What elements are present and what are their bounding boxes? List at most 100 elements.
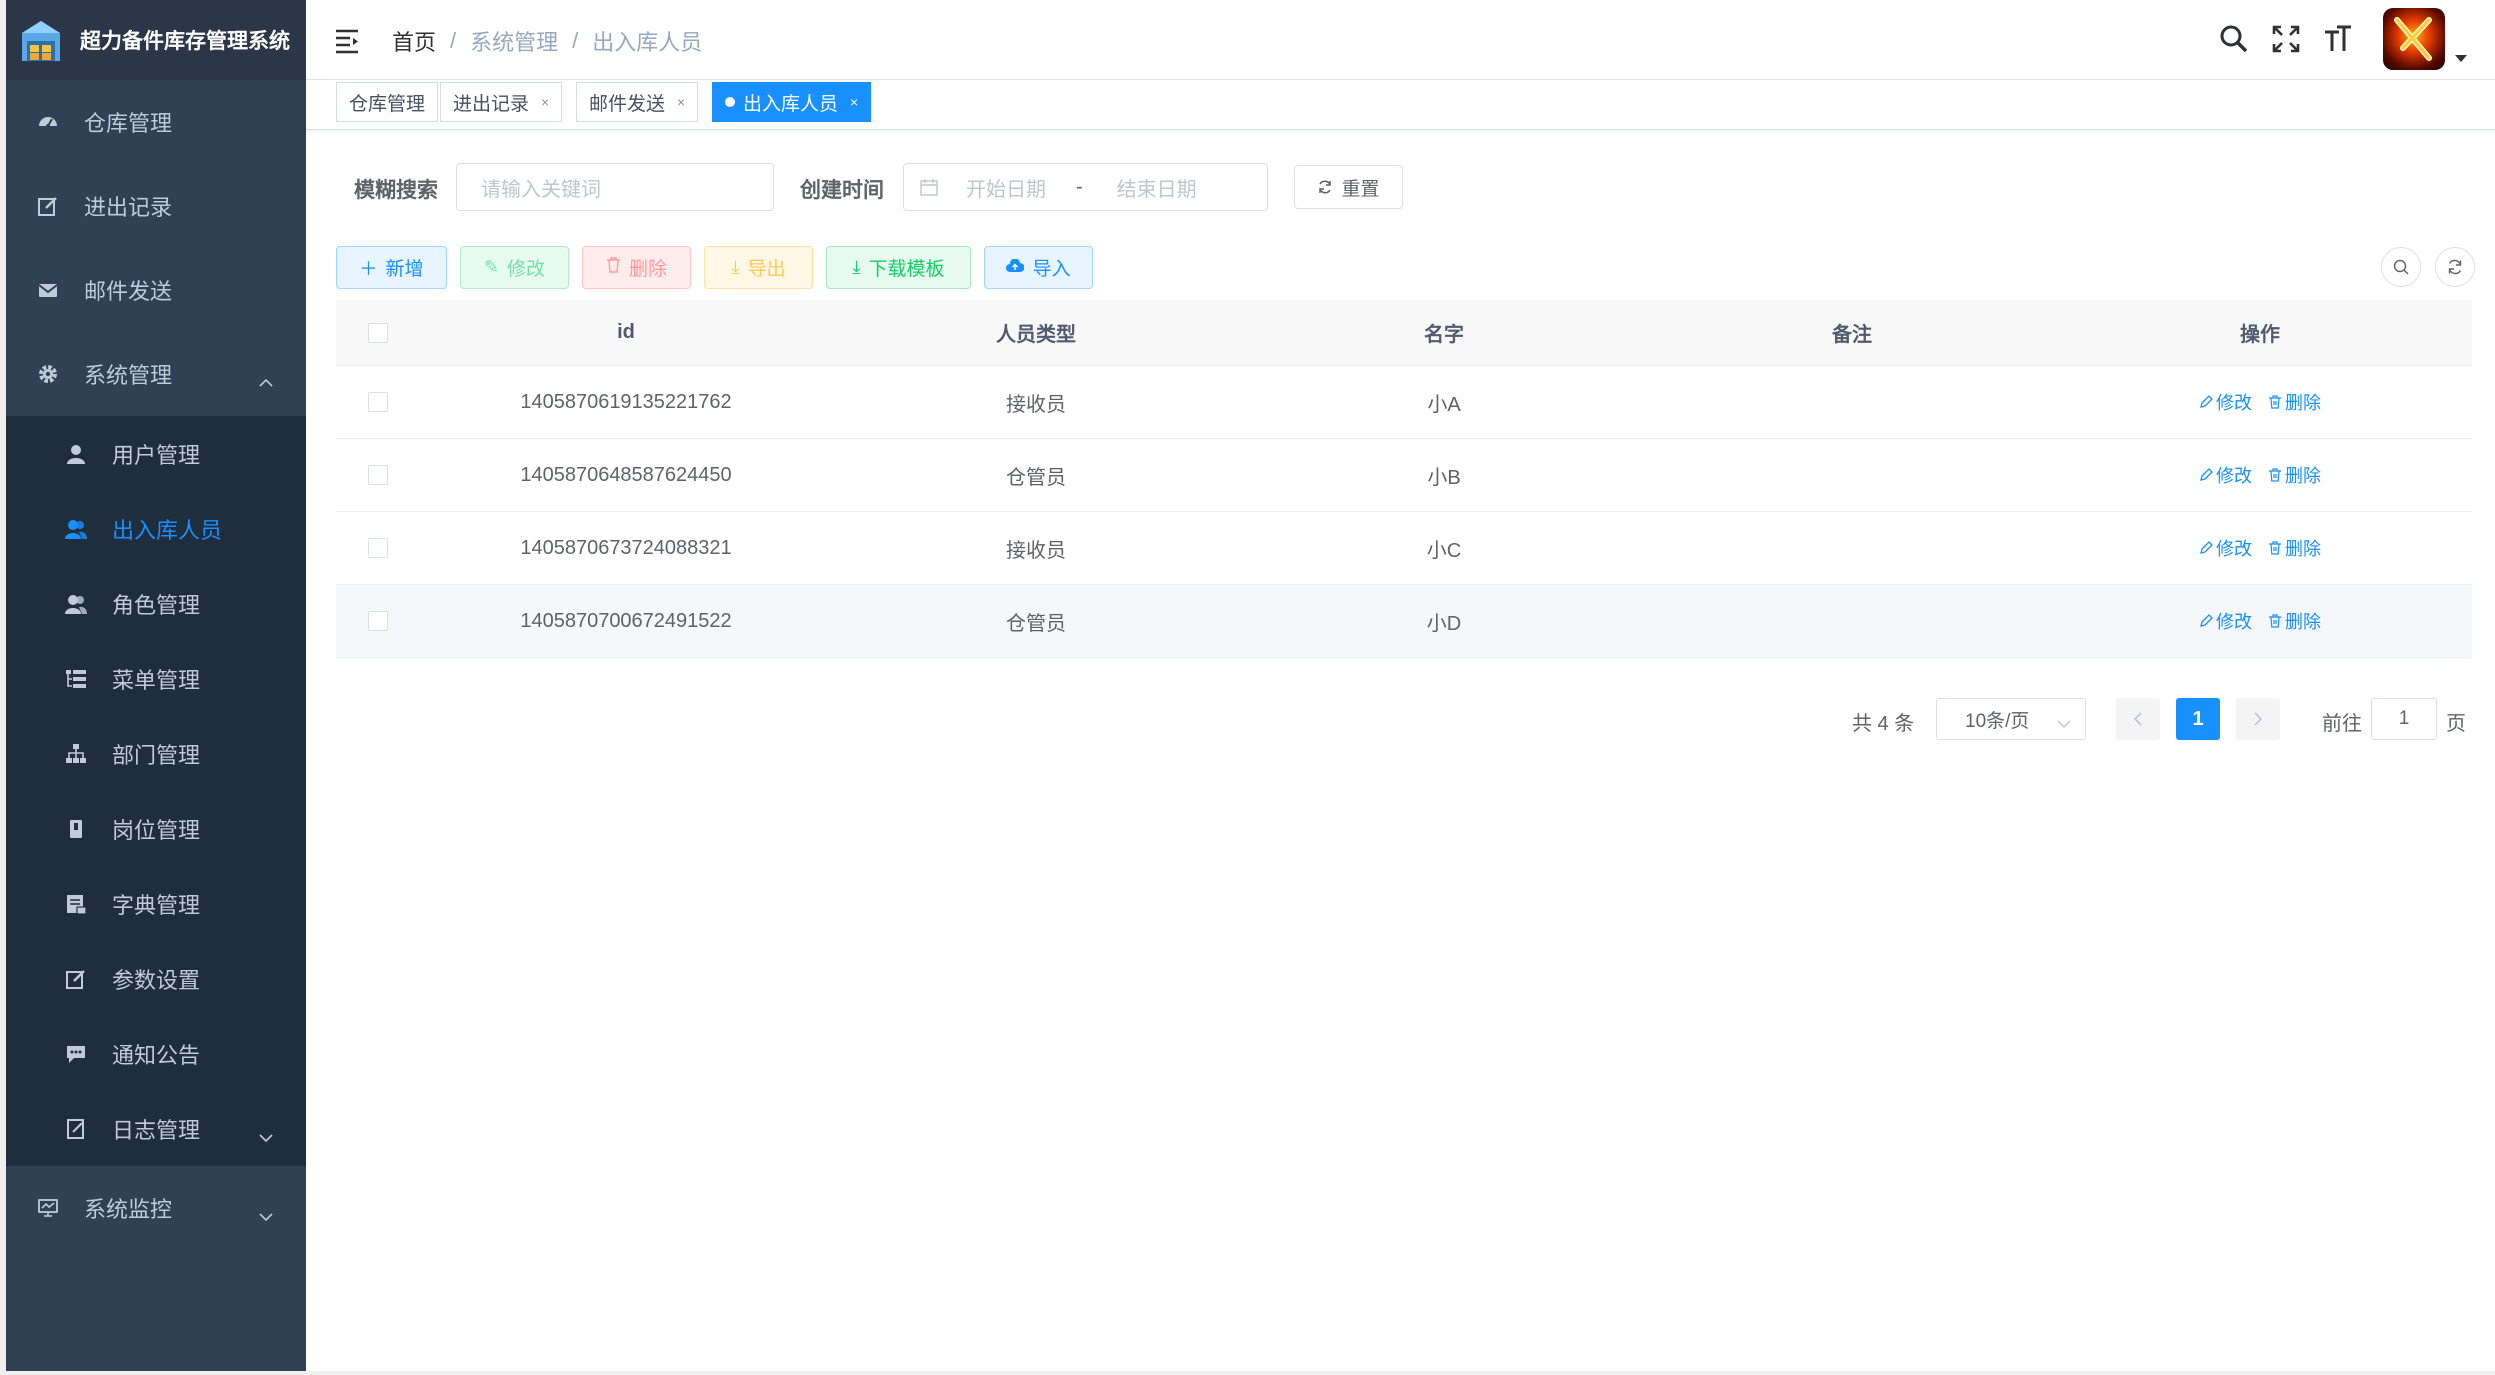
tag-label: 邮件发送 (589, 93, 666, 115)
export-button[interactable]: ⤓ 导出 (704, 246, 813, 289)
sidebar-item-warehouse[interactable]: 仓库管理 (6, 80, 306, 164)
table-row[interactable]: 1405870648587624450 仓管员 小B 修改 删除 (336, 439, 2472, 512)
row-delete-button[interactable]: 删除 (2268, 535, 2321, 561)
sidebar-item-system[interactable]: 系统管理 (6, 332, 306, 416)
row-edit-button[interactable]: 修改 (2199, 389, 2252, 415)
search-icon[interactable] (2217, 22, 2251, 56)
select-all-cell (336, 300, 420, 365)
page-number-current[interactable]: 1 (2176, 698, 2220, 740)
select-all-checkbox[interactable] (368, 322, 388, 343)
reset-button[interactable]: 重置 (1294, 165, 1403, 209)
sidebar-item-monitor[interactable]: 系统监控 (6, 1166, 306, 1250)
tree-table-icon (62, 665, 90, 693)
sidebar-item-records[interactable]: 进出记录 (6, 164, 306, 248)
keyword-input[interactable]: 请输入关键词 (456, 163, 774, 211)
column-header-name[interactable]: 名字 (1240, 300, 1648, 365)
column-header-type[interactable]: 人员类型 (832, 300, 1240, 365)
hamburger-icon[interactable] (334, 26, 362, 54)
row-checkbox[interactable] (368, 392, 388, 412)
breadcrumb: 首页 / 系统管理 / 出入库人员 (392, 25, 702, 57)
row-select-cell (336, 439, 420, 511)
post-icon (62, 815, 90, 843)
prev-page-button[interactable] (2116, 698, 2160, 740)
delete-button[interactable]: 删除 (582, 246, 691, 289)
table-row[interactable]: 1405870700672491522 仓管员 小D 修改 删除 (336, 585, 2472, 658)
row-edit-button[interactable]: 修改 (2199, 608, 2252, 634)
end-date-input[interactable]: 结束日期 (1117, 173, 1197, 202)
calendar-icon (920, 178, 938, 196)
row-edit-button[interactable]: 修改 (2199, 535, 2252, 561)
tag-mail[interactable]: 邮件发送 × (576, 82, 699, 122)
table-row[interactable]: 1405870619135221762 接收员 小A 修改 删除 (336, 366, 2472, 439)
column-header-remark[interactable]: 备注 (1648, 300, 2056, 365)
close-icon[interactable]: × (541, 94, 549, 110)
edit-icon (2200, 614, 2213, 627)
row-checkbox[interactable] (368, 538, 388, 558)
tag-label: 仓库管理 (349, 93, 426, 115)
cell-name: 小A (1427, 393, 1461, 416)
row-delete-button[interactable]: 删除 (2268, 462, 2321, 488)
chevron-down-icon (258, 1202, 274, 1228)
delete-icon (2269, 468, 2281, 482)
chevron-down-icon (258, 1123, 274, 1149)
caret-down-icon[interactable] (2455, 50, 2467, 68)
row-checkbox[interactable] (368, 611, 388, 631)
cell-id: 1405870619135221762 (520, 390, 732, 413)
column-header-id[interactable]: id (420, 300, 832, 365)
edit-icon (2200, 541, 2213, 554)
sidebar-item-departments[interactable]: 部门管理 (6, 716, 306, 791)
sidebar-item-label: 出入库人员 (112, 517, 223, 543)
tag-records[interactable]: 进出记录 × (440, 82, 563, 122)
close-icon[interactable]: × (850, 94, 858, 110)
row-edit-button[interactable]: 修改 (2199, 462, 2252, 488)
tag-stock-personnel[interactable]: 出入库人员 × (712, 82, 872, 122)
sidebar-item-label: 进出记录 (84, 195, 173, 220)
breadcrumb-separator: / (572, 28, 579, 53)
sidebar-item-label: 菜单管理 (112, 667, 201, 693)
sidebar-item-users[interactable]: 用户管理 (6, 416, 306, 491)
table-row[interactable]: 1405870673724088321 接收员 小C 修改 删除 (336, 512, 2472, 585)
add-button[interactable]: ＋ 新增 (336, 246, 447, 289)
date-range-picker[interactable]: 开始日期 - 结束日期 (903, 163, 1268, 211)
edit-icon (34, 192, 62, 220)
download-template-label: 下载模板 (868, 259, 945, 280)
start-date-input[interactable]: 开始日期 (966, 173, 1046, 202)
log-icon (62, 1115, 90, 1143)
row-delete-button[interactable]: 删除 (2268, 608, 2321, 634)
tree-icon (62, 740, 90, 768)
sidebar-item-posts[interactable]: 岗位管理 (6, 791, 306, 866)
add-label: 新增 (385, 259, 424, 280)
sidebar-item-stock-personnel[interactable]: 出入库人员 (6, 491, 306, 566)
tag-warehouse[interactable]: 仓库管理 (336, 82, 439, 122)
refresh-table-button[interactable] (2435, 247, 2475, 287)
sidebar-item-logs[interactable]: 日志管理 (6, 1091, 306, 1166)
goto-page-input[interactable]: 1 (2371, 698, 2437, 740)
sidebar-item-dict[interactable]: 字典管理 (6, 866, 306, 941)
next-page-button[interactable] (2236, 698, 2280, 740)
row-checkbox[interactable] (368, 465, 388, 485)
sidebar-item-notices[interactable]: 通知公告 (6, 1016, 306, 1091)
sidebar-item-menus[interactable]: 菜单管理 (6, 641, 306, 716)
toggle-search-button[interactable] (2381, 247, 2421, 287)
logo[interactable]: 超力备件库存管理系统 (6, 0, 306, 80)
goto-label: 前往 (2322, 713, 2362, 735)
row-delete-button[interactable]: 删除 (2268, 389, 2321, 415)
edit-icon (2200, 468, 2213, 481)
sidebar-item-label: 岗位管理 (112, 817, 201, 843)
sidebar-item-params[interactable]: 参数设置 (6, 941, 306, 1016)
font-size-icon[interactable] (2321, 22, 2355, 56)
avatar[interactable] (2383, 8, 2445, 70)
page-size-select[interactable]: 10条/页 (1936, 698, 2086, 740)
cell-name: 小B (1427, 466, 1461, 489)
sidebar-item-mail[interactable]: 邮件发送 (6, 248, 306, 332)
import-button[interactable]: 导入 (984, 246, 1093, 289)
refresh-icon (2448, 259, 2462, 275)
edit-button[interactable]: ✎ 修改 (460, 246, 569, 289)
sidebar-item-roles[interactable]: 角色管理 (6, 566, 306, 641)
edit-icon (2200, 395, 2213, 408)
breadcrumb-item-home[interactable]: 首页 (392, 25, 436, 57)
download-template-button[interactable]: ⤓ 下载模板 (826, 246, 971, 289)
fullscreen-icon[interactable] (2269, 22, 2303, 56)
close-icon[interactable]: × (677, 94, 685, 110)
search-icon (2393, 259, 2409, 275)
